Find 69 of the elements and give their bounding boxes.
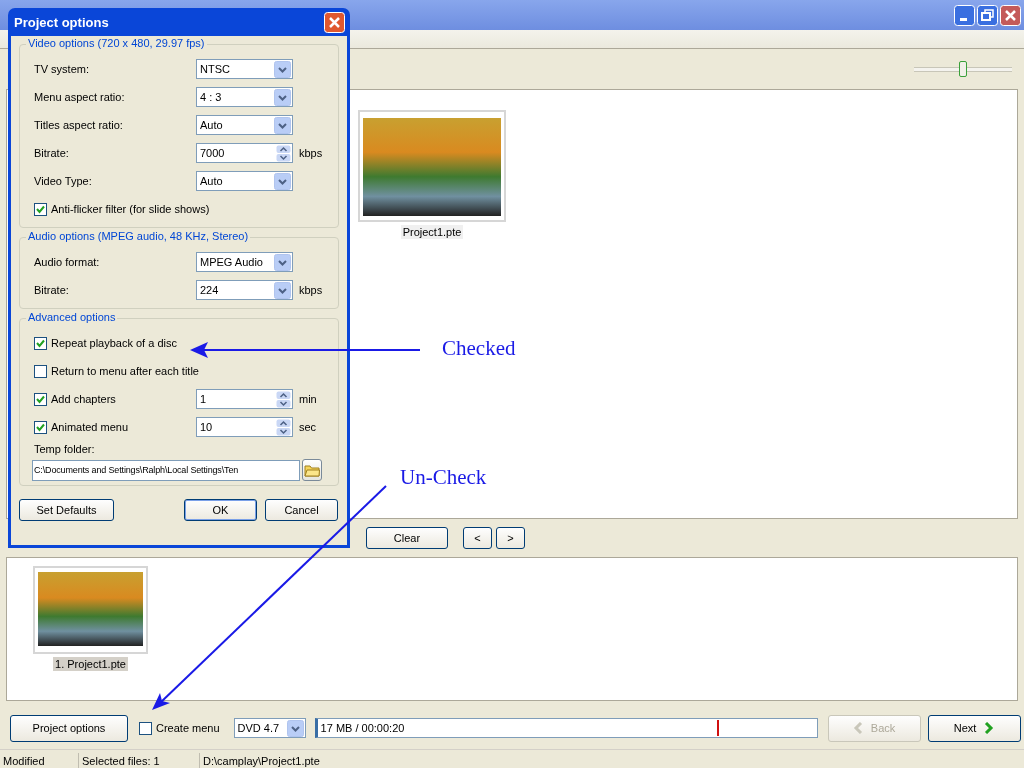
checkbox[interactable] [34,420,47,434]
field-label: Bitrate: [34,147,70,159]
group-title: Audio options (MPEG audio, 48 KHz, Stereo) [26,230,251,242]
field-label: Audio format: [34,256,101,268]
checkbox[interactable] [34,392,47,406]
dropdown[interactable]: MPEG Audio [196,252,293,272]
checkbox-label[interactable]: Create menu [156,722,220,734]
folder-icon [304,463,320,477]
size-text: 17 MB / 00:00:20 [320,722,405,734]
nav-button[interactable]: > [496,527,525,549]
next-button[interactable]: Next [927,714,1021,742]
dropdown[interactable]: NTSC [196,59,293,79]
status-text: Selected files: 1 [79,753,200,768]
checkbox[interactable] [34,202,47,216]
defaults-button[interactable]: Set Defaults [19,499,114,521]
field-label: TV system: [34,63,90,75]
field-label: Temp folder: [34,443,96,455]
checkbox-label[interactable]: Anti-flicker filter (for slide shows) [51,203,210,215]
project-options-button[interactable]: Project options [10,714,128,742]
nav-button[interactable]: < [463,527,492,549]
status-text: Modified [0,753,79,768]
clear-button[interactable]: Clear [366,527,448,549]
checkbox[interactable] [139,721,152,735]
dropdown[interactable]: Auto [196,171,293,191]
spin-arrows-icon [276,390,291,408]
chevron-icon [852,722,863,734]
dropdown[interactable]: 4 : 3 [196,87,293,107]
checkbox-label[interactable]: Repeat playback of a disc [51,337,177,349]
minimize-icon[interactable] [954,4,975,26]
spin-arrows-icon [276,144,291,162]
spin-arrows-icon [276,418,291,436]
checkbox-label[interactable]: Return to menu after each title [51,365,199,377]
field-label: Titles aspect ratio: [34,119,124,131]
checkbox-label[interactable]: Add chapters [51,393,116,405]
unit-label: min [299,393,317,405]
unit-label: sec [299,421,317,433]
field-label: Bitrate: [34,284,70,296]
unit-label: kbps [299,284,323,296]
ok-button[interactable]: OK [184,499,257,521]
thumbnail-frame[interactable] [33,566,148,654]
dropdown[interactable]: DVD 4.7 [233,718,306,738]
field-label: Menu aspect ratio: [34,91,126,103]
spin-field[interactable]: 10 [196,417,293,437]
group-title: Video options (720 x 480, 29.97 fps) [26,37,207,49]
thumbnail-frame[interactable] [358,110,506,222]
close-icon[interactable] [324,11,345,33]
dropdown[interactable]: Auto [196,115,293,135]
spin-field[interactable]: 7000 [196,143,293,163]
unit-label: kbps [299,147,323,159]
dialog-title: Project options [14,14,109,30]
cancel-button[interactable]: Cancel [265,499,338,521]
chevron-icon [984,722,995,734]
status-text: D:\camplay\Project1.pte [202,754,321,768]
close-icon[interactable] [1000,4,1021,26]
annotation-text: Checked [442,336,516,361]
slider-thumb[interactable] [959,61,967,77]
path-field[interactable]: C:\Documents and Settings\Ralph\Local Settings\Ten [32,459,300,481]
thumbnail-caption: Project1.pte [400,225,464,239]
thumbnail-caption: 1. Project1.pte [53,657,128,671]
field-label: Video Type: [34,175,93,187]
checkbox[interactable] [34,336,47,350]
restore-icon[interactable] [977,4,998,26]
spin-field[interactable]: 1 [196,389,293,409]
dropdown[interactable]: 224 [196,280,293,300]
checkbox[interactable] [34,364,47,378]
annotation-text: Un-Check [400,465,487,490]
group-title: Advanced options [26,311,118,323]
checkbox-label[interactable]: Animated menu [51,421,129,433]
browse-button[interactable] [302,459,322,481]
